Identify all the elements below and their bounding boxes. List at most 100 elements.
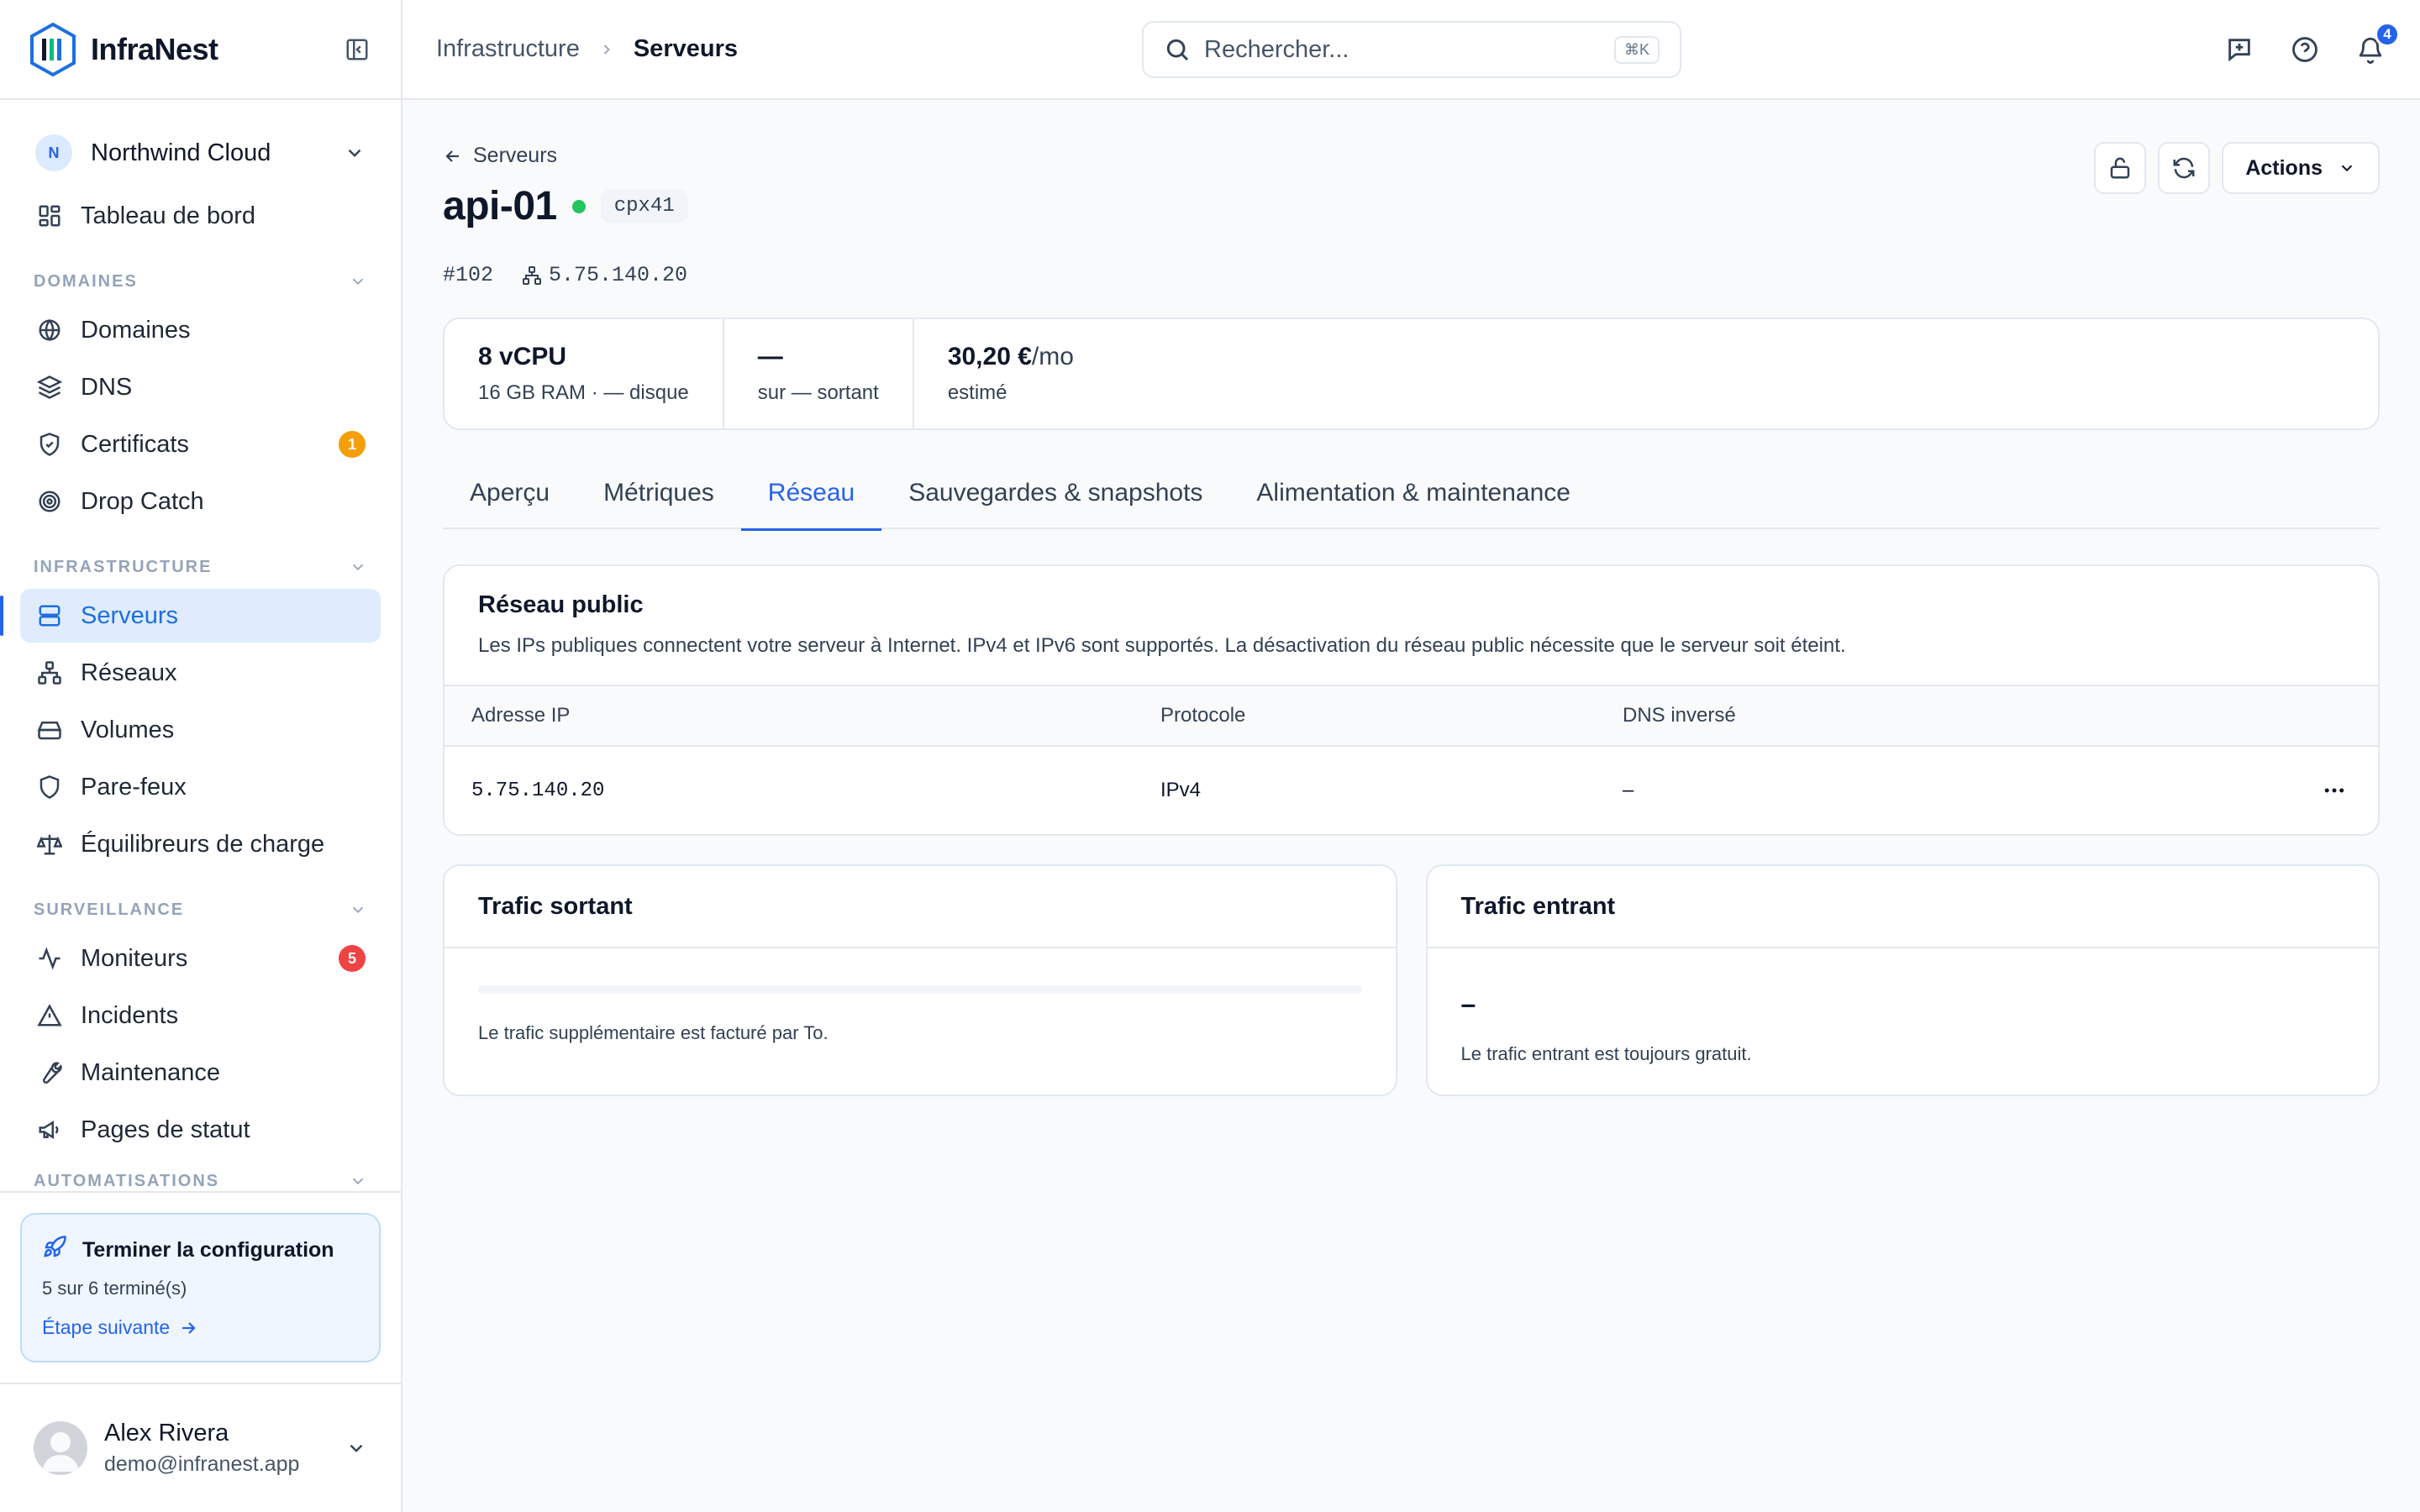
tab-sauvegardes[interactable]: Sauvegardes & snapshots	[881, 464, 1229, 529]
sidebar-item-dashboard[interactable]: Tableau de bord	[20, 189, 381, 243]
page-content: Serveurs api-01 cpx41 Actions #102 5.75.…	[402, 100, 2420, 1096]
server-ip[interactable]: 5.75.140.20	[522, 263, 687, 287]
moniteurs-badge: 5	[339, 945, 366, 972]
sidebar-item-label: Incidents	[81, 1001, 179, 1029]
actions-dropdown[interactable]: Actions	[2222, 142, 2380, 194]
alert-triangle-icon	[35, 1001, 64, 1030]
card-title: Trafic entrant	[1427, 866, 2378, 948]
sidebar-item-dns[interactable]: DNS	[20, 360, 381, 414]
sidebar: InfraNest N Northwind Cloud Tableau de b…	[0, 0, 402, 1512]
refresh-icon	[2173, 157, 2195, 179]
infranest-logo-icon	[30, 22, 76, 76]
sidebar-item-label: Certificats	[81, 430, 189, 458]
section-automation[interactable]: AUTOMATISATIONS	[20, 1163, 381, 1191]
sidebar-item-pare-feux[interactable]: Pare-feux	[20, 760, 381, 814]
sidebar-item-label: Équilibreurs de charge	[81, 830, 325, 858]
setup-title-text: Terminer la configuration	[82, 1238, 334, 1262]
stats-bar: 8 vCPU 16 GB RAM · — disque — sur — sort…	[443, 318, 2380, 430]
section-label: SURVEILLANCE	[34, 900, 185, 919]
sidebar-item-reseaux[interactable]: Réseaux	[20, 646, 381, 700]
sidebar-item-certificats[interactable]: Certificats 1	[20, 417, 381, 471]
incoming-note: Le trafic entrant est toujours gratuit.	[1460, 1043, 1752, 1064]
stat-sub: sur — sortant	[757, 381, 879, 404]
unlock-icon	[2111, 157, 2130, 179]
stat-resources: 8 vCPU 16 GB RAM · — disque	[445, 319, 724, 428]
sidebar-item-equilibreurs[interactable]: Équilibreurs de charge	[20, 817, 381, 871]
server-type-chip: cpx41	[600, 190, 688, 223]
main-area: Infrastructure Serveurs Rechercher... ⌘K	[402, 0, 2420, 1512]
feedback-icon[interactable]	[2223, 34, 2255, 66]
org-avatar: N	[35, 134, 72, 171]
breadcrumb-serveurs: Serveurs	[633, 35, 738, 62]
tab-apercu[interactable]: Aperçu	[443, 464, 576, 529]
sidebar-item-label: Maintenance	[81, 1058, 221, 1086]
lock-button[interactable]	[2094, 142, 2147, 194]
stat-main: —	[757, 343, 783, 370]
megaphone-icon	[35, 1116, 64, 1144]
server-meta: #102 5.75.140.20	[443, 263, 2380, 287]
breadcrumb-infrastructure[interactable]: Infrastructure	[436, 35, 580, 63]
scale-icon	[35, 830, 64, 858]
sidebar-item-label: Pages de statut	[81, 1116, 250, 1143]
arrow-left-icon	[445, 150, 459, 162]
shield-icon	[35, 773, 64, 801]
sidebar-item-moniteurs[interactable]: Moniteurs 5	[20, 932, 381, 985]
hard-drive-icon	[35, 716, 64, 744]
tab-reseau[interactable]: Réseau	[740, 464, 882, 531]
setup-next-label: Étape suivante	[42, 1316, 171, 1338]
column-header: Adresse IP	[471, 704, 571, 727]
protocol-cell: IPv4	[1160, 779, 1202, 801]
network-icon	[35, 659, 64, 687]
org-switcher[interactable]: N Northwind Cloud	[20, 123, 381, 182]
user-menu[interactable]: Alex Rivera demo@infranest.app	[0, 1383, 401, 1512]
shield-check-icon	[35, 430, 64, 459]
user-info: Alex Rivera demo@infranest.app	[104, 1420, 299, 1477]
section-label: DOMAINES	[34, 271, 138, 291]
header-actions: Actions	[2094, 142, 2380, 194]
sidebar-header: InfraNest	[0, 0, 401, 100]
sidebar-item-volumes[interactable]: Volumes	[20, 703, 381, 757]
title-row: api-01 cpx41	[443, 183, 2380, 229]
sidebar-item-maintenance[interactable]: Maintenance	[20, 1046, 381, 1100]
rocket-icon	[42, 1235, 67, 1266]
setup-next-link[interactable]: Étape suivante	[42, 1316, 359, 1339]
tab-alimentation[interactable]: Alimentation & maintenance	[1229, 464, 1597, 529]
section-infrastructure[interactable]: INFRASTRUCTURE	[20, 545, 381, 589]
help-icon[interactable]	[2289, 34, 2321, 66]
section-label: AUTOMATISATIONS	[34, 1172, 220, 1190]
sidebar-item-label: Domaines	[81, 316, 191, 344]
sidebar-item-label: DNS	[81, 373, 133, 401]
table-header: Adresse IP Protocole DNS inversé	[445, 685, 2378, 747]
traffic-cards: Trafic sortant Le trafic supplémentaire …	[443, 864, 2380, 1096]
chevron-down-icon	[352, 564, 364, 571]
notification-count: 4	[2375, 21, 2400, 47]
bell-icon[interactable]: 4	[2354, 21, 2400, 66]
app-name: InfraNest	[91, 31, 218, 66]
sidebar-item-label: Volumes	[81, 716, 175, 743]
sidebar-collapse-icon[interactable]	[342, 34, 372, 65]
stat-main: 30,20 €/mo	[947, 343, 1074, 370]
section-domains[interactable]: DOMAINES	[20, 260, 381, 303]
column-header: Protocole	[1160, 704, 1246, 727]
org-name: Northwind Cloud	[91, 139, 271, 166]
column-header: DNS inversé	[1623, 704, 1736, 727]
refresh-button[interactable]	[2158, 142, 2211, 194]
chevron-down-icon	[2341, 165, 2353, 172]
sidebar-item-label: Moniteurs	[81, 944, 188, 972]
sidebar-item-incidents[interactable]: Incidents	[20, 989, 381, 1042]
sidebar-item-domaines[interactable]: Domaines	[20, 303, 381, 357]
sidebar-item-serveurs[interactable]: Serveurs	[0, 589, 381, 643]
card-body: Le trafic supplémentaire est facturé par…	[445, 948, 1396, 1078]
back-link[interactable]: Serveurs	[443, 144, 2380, 168]
rdns-cell: –	[1623, 779, 1634, 801]
more-icon[interactable]	[2317, 778, 2351, 803]
tabs: Aperçu Métriques Réseau Sauvegardes & sn…	[443, 464, 2380, 531]
sidebar-item-drop-catch[interactable]: Drop Catch	[20, 475, 381, 528]
tab-metriques[interactable]: Métriques	[576, 464, 741, 529]
ip-cell: 5.75.140.20	[471, 779, 605, 802]
section-monitoring[interactable]: SURVEILLANCE	[20, 888, 381, 932]
search-input[interactable]: Rechercher... ⌘K	[1142, 21, 1681, 78]
sidebar-item-pages-statut[interactable]: Pages de statut	[20, 1103, 381, 1157]
stat-traffic: — sur — sortant	[724, 319, 914, 428]
target-icon	[35, 487, 64, 516]
